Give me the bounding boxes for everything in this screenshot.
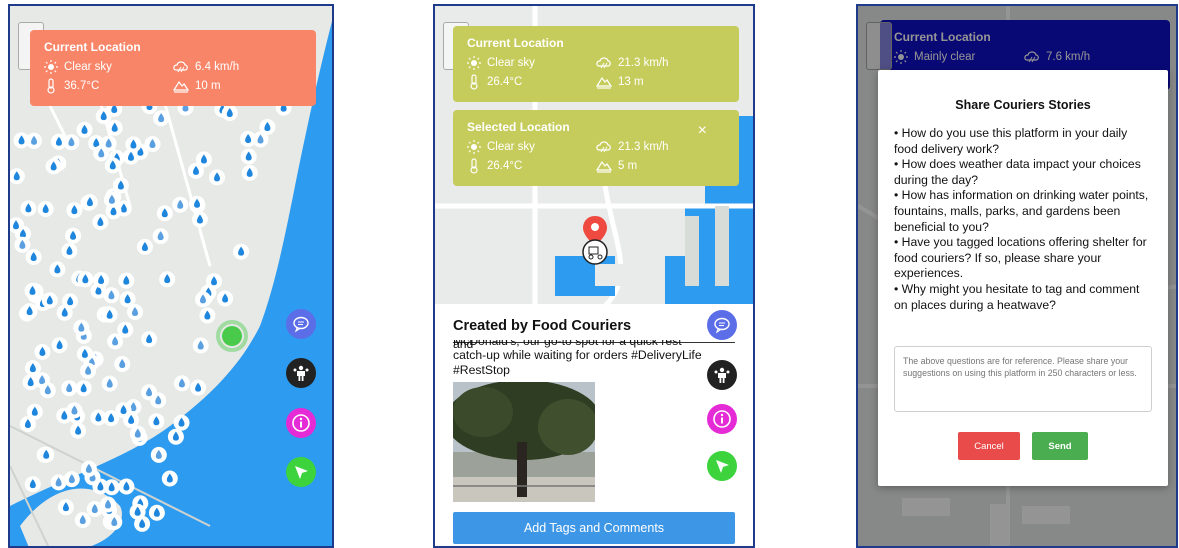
sky-text: Clear sky — [64, 61, 112, 73]
cancel-button[interactable]: Cancel — [958, 432, 1020, 460]
navigate-icon — [295, 466, 308, 479]
add-tags-comments-button[interactable]: Add Tags and Comments — [453, 512, 735, 544]
chat-icon — [714, 317, 730, 334]
card-title: Current Location — [467, 36, 564, 50]
question-item: • Have you tagged locations offering she… — [894, 235, 1147, 281]
close-icon[interactable]: × — [698, 122, 707, 140]
question-item: • Why might you hesitate to tag and comm… — [894, 281, 1140, 312]
suggestion-textarea[interactable] — [894, 346, 1152, 412]
altitude-icon — [596, 76, 612, 89]
people-icon — [714, 367, 730, 383]
question-list: • How do you use this platform in your d… — [894, 126, 1152, 313]
info-button[interactable] — [286, 408, 316, 438]
navigate-button[interactable] — [707, 451, 737, 481]
thermometer-icon — [470, 74, 478, 90]
navigate-button[interactable] — [286, 457, 316, 487]
post-line: McDonald's, our go-to spot for a quick r… — [453, 340, 682, 348]
phone-screen-share-stories: Current Location Mainly clear 7.6 km/h S… — [856, 4, 1178, 548]
temperature-text: 36.7°C — [64, 80, 100, 92]
card-title: Current Location — [44, 40, 141, 54]
sun-icon — [467, 140, 481, 154]
altitude-text: 13 m — [618, 76, 644, 88]
phone-screen-map-overview: Current Location Clear sky 6.4 km/h 36.7… — [8, 4, 334, 548]
post-photo[interactable] — [453, 382, 595, 502]
current-location-card: Current Location Clear sky 6.4 km/h 36.7… — [30, 30, 316, 106]
wind-icon — [173, 61, 188, 73]
sun-icon — [44, 60, 58, 74]
selected-location-card: Selected Location × Clear sky 21.3 km/h … — [453, 110, 739, 186]
current-location-card: Current Location Clear sky 21.3 km/h 26.… — [453, 26, 739, 102]
altitude-icon — [173, 80, 189, 93]
wind-icon — [596, 141, 611, 153]
wind-text: 6.4 km/h — [195, 61, 240, 73]
info-icon — [713, 410, 731, 428]
info-icon — [292, 414, 310, 432]
info-button[interactable] — [707, 404, 737, 434]
thermometer-icon — [47, 78, 55, 94]
share-stories-modal: Share Couriers Stories • How do you use … — [878, 70, 1168, 486]
phone-screen-selected-location: Current Location Clear sky 21.3 km/h 26.… — [433, 4, 755, 548]
temperature-text: 26.4°C — [487, 76, 523, 88]
sun-icon — [467, 56, 481, 70]
altitude-text: 10 m — [195, 80, 221, 92]
courier-posts-sheet[interactable]: Created by Food Couriers McDonald's, our… — [435, 304, 753, 546]
altitude-icon — [596, 160, 612, 173]
question-item: • How do you use this platform in your d… — [894, 126, 1128, 156]
send-button[interactable]: Send — [1032, 432, 1088, 460]
question-item: • How has information on drinking water … — [894, 188, 1149, 234]
question-item: • How does weather data impact your choi… — [894, 157, 1141, 187]
wind-text: 21.3 km/h — [618, 141, 669, 153]
couriers-button[interactable] — [286, 358, 316, 388]
thermometer-icon — [470, 158, 478, 174]
card-title: Selected Location — [467, 120, 570, 134]
navigate-icon — [716, 460, 729, 473]
chat-icon — [293, 316, 309, 333]
wind-icon — [596, 57, 611, 69]
people-icon — [293, 365, 309, 381]
chat-button[interactable] — [286, 309, 316, 339]
post-line: catch-up while waiting for orders #Deliv… — [453, 348, 702, 362]
sky-text: Clear sky — [487, 141, 535, 153]
modal-title: Share Couriers Stories — [955, 98, 1091, 112]
couriers-button[interactable] — [707, 360, 737, 390]
chat-button[interactable] — [707, 310, 737, 340]
courier-post-text: McDonald's, our go-to spot for a quick r… — [453, 340, 703, 378]
sheet-title: Created by Food Couriers — [453, 318, 632, 334]
post-line: #RestStop — [453, 363, 510, 377]
sky-text: Clear sky — [487, 57, 535, 69]
temperature-text: 26.4°C — [487, 160, 523, 172]
altitude-text: 5 m — [618, 160, 638, 172]
wind-text: 21.3 km/h — [618, 57, 669, 69]
